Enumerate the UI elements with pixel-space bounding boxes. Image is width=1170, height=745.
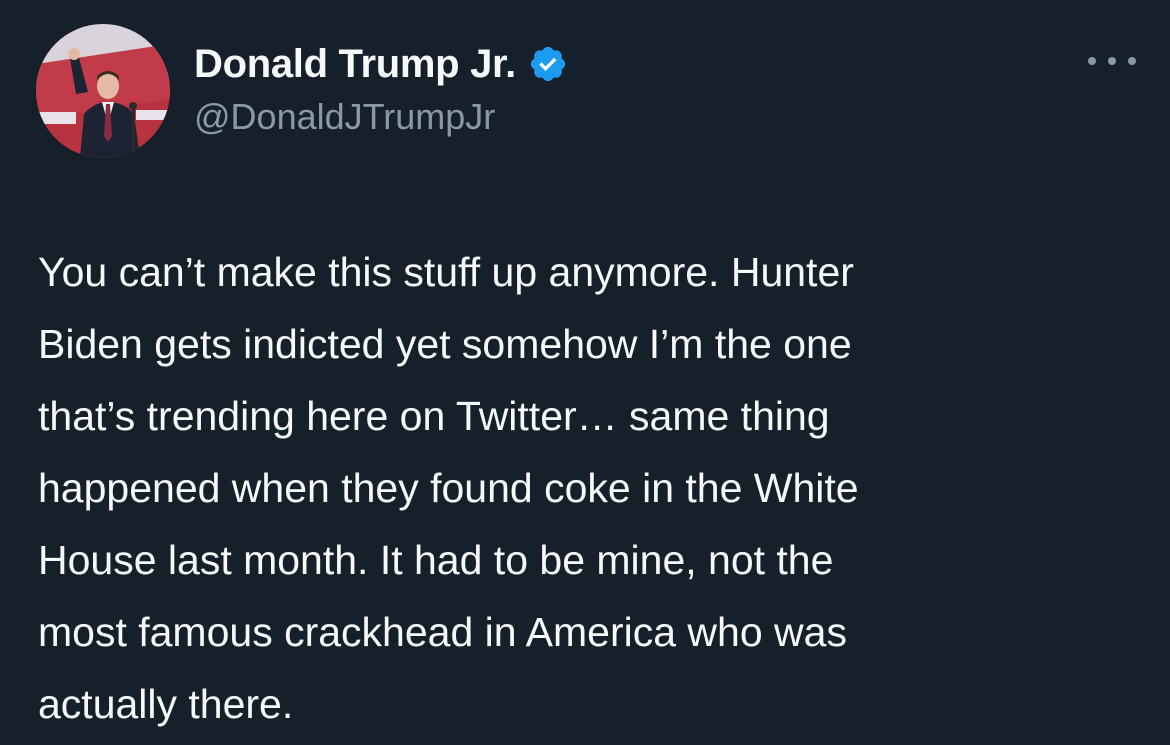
profile-photo-icon [36,24,170,158]
verified-badge-icon[interactable] [528,44,568,84]
more-dot [1088,57,1096,65]
tweet-text-line: House last month. It had to be mine, not… [38,537,834,583]
tweet-header: Donald Trump Jr. @DonaldJTrumpJr [194,38,568,138]
tweet-text-line: most famous crackhead in America who was [38,609,847,655]
user-handle[interactable]: @DonaldJTrumpJr [194,96,568,138]
display-name[interactable]: Donald Trump Jr. [194,42,516,87]
avatar[interactable] [36,24,170,158]
more-options-icon[interactable] [1088,46,1136,76]
more-dot [1108,57,1116,65]
tweet-text-line: happened when they found coke in the Whi… [38,465,859,511]
tweet-text-line: You can’t make this stuff up anymore. Hu… [38,249,854,295]
tweet-text-line: actually there. [38,681,294,727]
more-dot [1128,57,1136,65]
tweet-text: You can’t make this stuff up anymore. Hu… [38,236,1138,740]
tweet-card: Donald Trump Jr. @DonaldJTrumpJr You can… [0,0,1170,745]
tweet-text-line: Biden gets indicted yet somehow I’m the … [38,321,852,367]
name-row: Donald Trump Jr. [194,38,568,90]
tweet-text-line: that’s trending here on Twitter… same th… [38,393,830,439]
